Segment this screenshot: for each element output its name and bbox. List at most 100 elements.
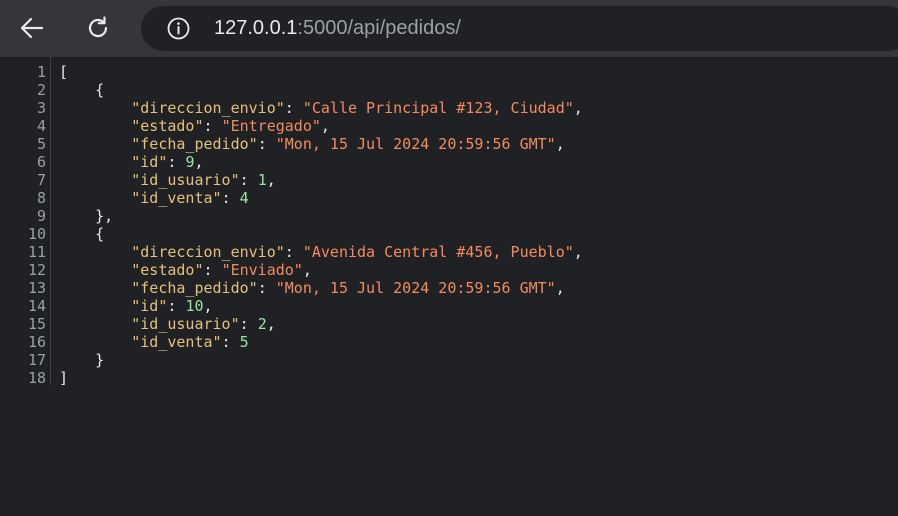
url-host: 127.0.0.1 (214, 17, 298, 39)
code-line: 6 "id": 9, (0, 153, 898, 171)
code-token: "Calle Principal #123, Ciudad" (302, 99, 574, 117)
code-line: 13 "fecha_pedido": "Mon, 15 Jul 2024 20:… (0, 279, 898, 297)
code-token: { (95, 81, 105, 99)
line-number: 3 (36, 99, 46, 117)
code-token: "id" (131, 297, 168, 315)
code-token: 1 (257, 171, 267, 189)
code-token: "Entregado" (221, 117, 321, 135)
code-line: 4 "estado": "Entregado", (0, 117, 898, 135)
code-token: : (221, 333, 240, 351)
line-number: 15 (27, 315, 46, 333)
code-token: "id_usuario" (131, 171, 240, 189)
line-source: "id": 9, (59, 153, 204, 171)
code-token: { (95, 225, 105, 243)
line-number: 18 (27, 369, 46, 387)
code-token: "direccion_envio" (131, 243, 285, 261)
line-number: 1 (36, 63, 46, 81)
code-line: 16 "id_venta": 5 (0, 333, 898, 351)
line-source: "id_venta": 5 (59, 333, 249, 351)
code-token: , (266, 315, 276, 333)
url-path: :5000/api/pedidos/ (297, 17, 461, 39)
code-line: 5 "fecha_pedido": "Mon, 15 Jul 2024 20:5… (0, 135, 898, 153)
code-line: 18] (0, 369, 898, 387)
line-source: "fecha_pedido": "Mon, 15 Jul 2024 20:59:… (59, 135, 565, 153)
code-token: 10 (185, 297, 204, 315)
line-source: "id_venta": 4 (59, 189, 249, 207)
line-source: }, (59, 207, 113, 225)
line-number: 16 (27, 333, 46, 351)
code-line: 11 "direccion_envio": "Avenida Central #… (0, 243, 898, 261)
reload-icon (88, 16, 108, 38)
code-token: "fecha_pedido" (131, 279, 258, 297)
back-button[interactable] (13, 9, 51, 47)
line-number: 17 (27, 351, 46, 369)
code-line: 3 "direccion_envio": "Calle Principal #1… (0, 99, 898, 117)
line-source: "id": 10, (59, 297, 213, 315)
code-token: }, (95, 207, 114, 225)
code-token: "Enviado" (221, 261, 303, 279)
line-number: 7 (36, 171, 46, 189)
code-token: "Mon, 15 Jul 2024 20:59:56 GMT" (275, 279, 556, 297)
code-line: 9 }, (0, 207, 898, 225)
code-token: : (203, 117, 222, 135)
line-source: "direccion_envio": "Calle Principal #123… (59, 99, 583, 117)
reload-button[interactable] (79, 9, 117, 47)
line-source: [ (59, 63, 68, 81)
code-token: "fecha_pedido" (131, 135, 258, 153)
code-token: , (194, 153, 204, 171)
line-source: "direccion_envio": "Avenida Central #456… (59, 243, 583, 261)
code-token: , (555, 135, 565, 153)
code-token: "estado" (131, 117, 204, 135)
json-viewer: 1[2 {3 "direccion_envio": "Calle Princip… (0, 57, 898, 516)
line-source: ] (59, 369, 68, 387)
code-token: : (239, 171, 258, 189)
code-token: : (221, 189, 240, 207)
code-line: 17 } (0, 351, 898, 369)
code-token: , (302, 261, 312, 279)
code-token: 2 (257, 315, 267, 333)
code-token: , (573, 99, 583, 117)
code-token: "Avenida Central #456, Pueblo" (302, 243, 574, 261)
code-token: : (167, 297, 186, 315)
code-token: 4 (239, 189, 249, 207)
info-icon[interactable] (166, 16, 191, 41)
code-token: "estado" (131, 261, 204, 279)
address-bar[interactable]: 127.0.0.1:5000/api/pedidos/ (141, 6, 898, 51)
line-number: 10 (27, 225, 46, 243)
code-token: : (167, 153, 186, 171)
line-source: { (59, 81, 104, 99)
arrow-back-icon (20, 17, 44, 39)
code-token: , (266, 171, 276, 189)
code-line: 12 "estado": "Enviado", (0, 261, 898, 279)
browser-toolbar: 127.0.0.1:5000/api/pedidos/ (0, 0, 898, 57)
code-token: 5 (239, 333, 249, 351)
code-line: 8 "id_venta": 4 (0, 189, 898, 207)
code-token: "id_venta" (131, 189, 222, 207)
line-source: "estado": "Enviado", (59, 261, 312, 279)
line-number: 5 (36, 135, 46, 153)
url-text[interactable]: 127.0.0.1:5000/api/pedidos/ (214, 6, 461, 51)
code-token: : (257, 279, 276, 297)
code-token: : (284, 243, 303, 261)
code-token: , (203, 297, 213, 315)
code-line: 1[ (0, 63, 898, 81)
line-number: 2 (36, 81, 46, 99)
code-token: "Mon, 15 Jul 2024 20:59:56 GMT" (275, 135, 556, 153)
line-source: } (59, 351, 104, 369)
code-line: 10 { (0, 225, 898, 243)
line-source: "estado": "Entregado", (59, 117, 330, 135)
line-number: 9 (36, 207, 46, 225)
line-number: 13 (27, 279, 46, 297)
code-token: } (95, 351, 105, 369)
code-token: , (573, 243, 583, 261)
code-token: ] (59, 369, 69, 387)
code-token: : (203, 261, 222, 279)
code-token: [ (59, 63, 69, 81)
line-number: 14 (27, 297, 46, 315)
code-token: "id" (131, 153, 168, 171)
line-number: 6 (36, 153, 46, 171)
code-token: "direccion_envio" (131, 99, 285, 117)
line-source: "id_usuario": 1, (59, 171, 276, 189)
code-token: : (284, 99, 303, 117)
line-source: { (59, 225, 104, 243)
